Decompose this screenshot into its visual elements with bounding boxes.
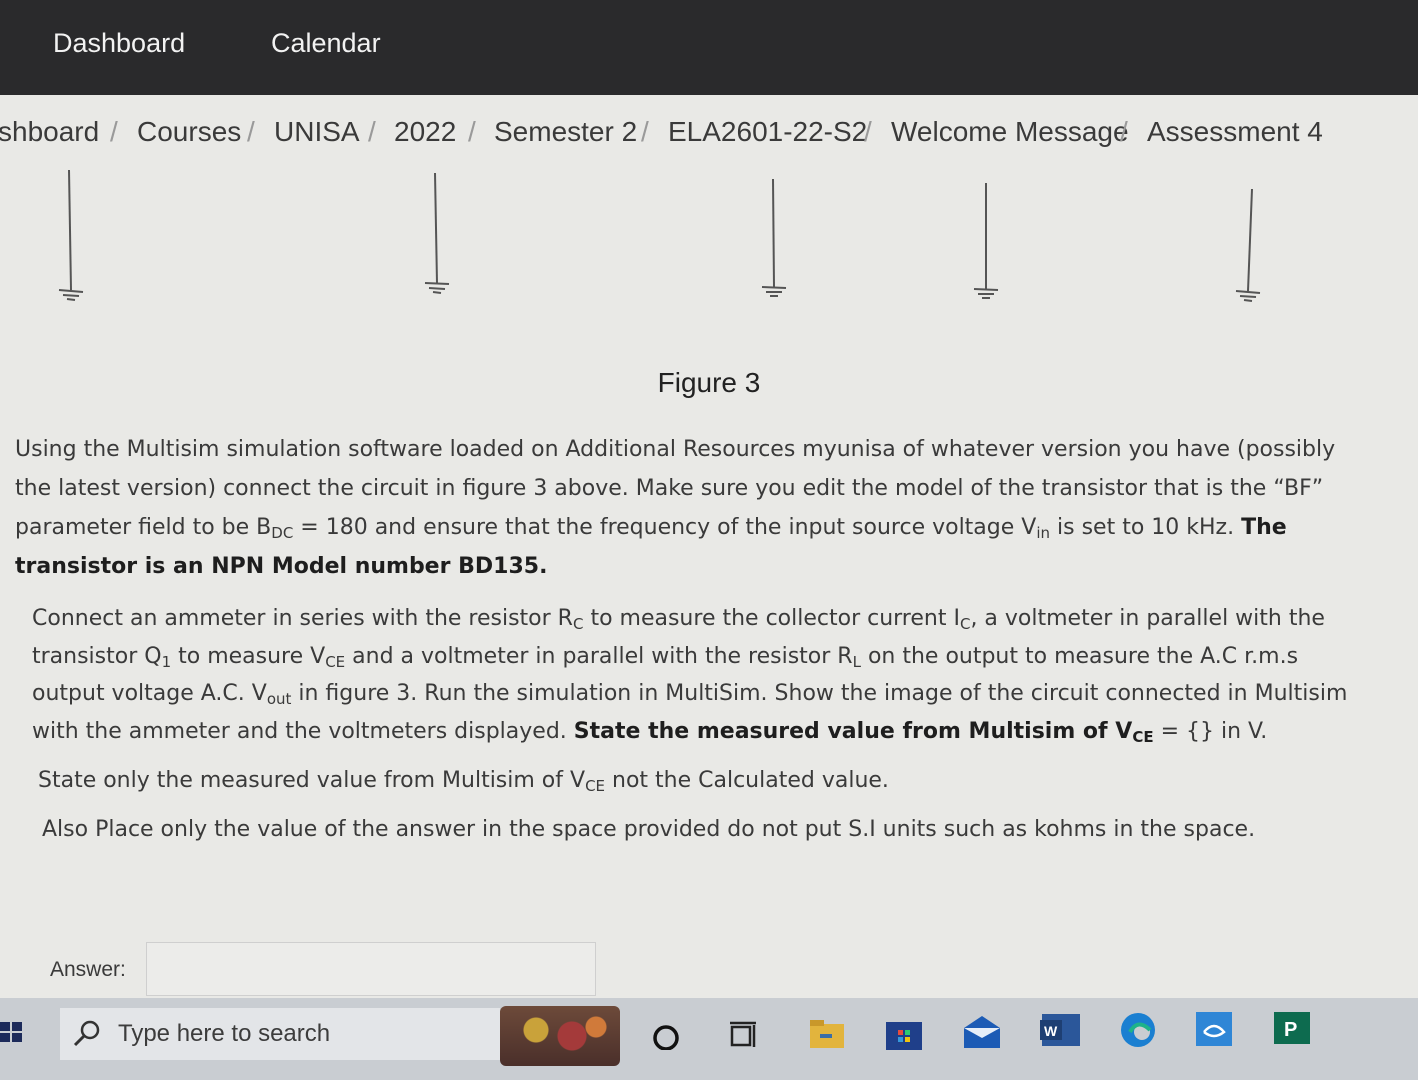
vpn-icon[interactable] [1194, 1010, 1234, 1050]
search-highlight-image[interactable] [500, 1006, 620, 1066]
answer-label: Answer: [50, 958, 126, 981]
task-view-icon[interactable] [724, 1010, 764, 1050]
file-explorer-icon[interactable] [806, 1010, 846, 1050]
ground-symbol [973, 183, 999, 299]
publisher-icon[interactable]: P [1272, 1010, 1312, 1050]
question-line: with the ammeter and the voltmeters disp… [32, 718, 1268, 746]
question-paragraph-4: Also Place only the value of the answer … [42, 817, 1256, 842]
question-paragraph-2: Connect an ammeter in series with the re… [32, 600, 1347, 750]
start-icon[interactable] [0, 1022, 24, 1044]
ground-symbol [1235, 188, 1261, 302]
question-line: transistor Q1 to measure VCE and a voltm… [32, 643, 1299, 671]
question-line: the latest version) connect the circuit … [15, 476, 1324, 501]
breadcrumb-item-dashboard[interactable]: shboard [0, 116, 99, 148]
word-icon-letter: W [1044, 1023, 1058, 1039]
windows-taskbar: Type here to search W P [0, 998, 1418, 1080]
breadcrumb-item-course-code[interactable]: ELA2601-22-S2 [668, 116, 867, 148]
question-line: transistor is an NPN Model number BD135. [15, 554, 548, 579]
breadcrumb-separator: / [864, 116, 872, 147]
circuit-figure [58, 169, 1261, 302]
breadcrumb-item-welcome-message[interactable]: Welcome Message [891, 116, 1129, 148]
taskbar-search-box[interactable]: Type here to search [60, 1008, 500, 1060]
answer-input[interactable] [146, 942, 596, 996]
breadcrumb-item-courses[interactable]: Courses [137, 116, 241, 148]
figure-caption: Figure 3 [657, 367, 761, 398]
breadcrumb-item-assessment[interactable]: Assessment 4 [1147, 116, 1323, 148]
breadcrumb-separator: / [468, 116, 476, 147]
edge-icon[interactable] [1118, 1010, 1158, 1050]
nav-calendar-link[interactable]: Calendar [271, 28, 381, 59]
question-line: output voltage A.C. Vout in figure 3. Ru… [32, 681, 1348, 708]
breadcrumb-item-semester[interactable]: Semester 2 [494, 116, 637, 148]
breadcrumb-separator: / [641, 116, 649, 147]
ground-symbol [761, 178, 787, 297]
ground-symbol [58, 169, 84, 301]
taskbar-search-placeholder: Type here to search [118, 1020, 331, 1047]
word-icon[interactable]: W [1040, 1010, 1080, 1050]
search-icon [73, 1020, 100, 1047]
store-icon[interactable] [884, 1010, 924, 1050]
breadcrumb-item-year[interactable]: 2022 [394, 116, 456, 148]
publisher-icon-letter: P [1284, 1019, 1297, 1041]
question-line: Using the Multisim simulation software l… [15, 437, 1336, 462]
breadcrumb-separator: / [1120, 116, 1128, 147]
cortana-icon[interactable] [646, 1010, 686, 1050]
question-paragraph-1: Using the Multisim simulation software l… [15, 430, 1335, 586]
mail-icon[interactable] [962, 1010, 1002, 1050]
breadcrumb-separator: / [247, 116, 255, 147]
question-paragraph-3: State only the measured value from Multi… [38, 768, 889, 795]
nav-dashboard-link[interactable]: Dashboard [53, 28, 185, 59]
top-navigation-bar: Dashboard Calendar [0, 0, 1418, 95]
breadcrumb-item-unisa[interactable]: UNISA [274, 116, 360, 148]
question-line: Connect an ammeter in series with the re… [32, 606, 1325, 633]
breadcrumb-separator: / [110, 116, 118, 147]
breadcrumb: shboard / Courses / UNISA / 2022 / Semes… [0, 116, 1418, 158]
question-line: parameter field to be BDC = 180 and ensu… [15, 515, 1287, 542]
breadcrumb-separator: / [368, 116, 376, 147]
ground-symbol [424, 172, 450, 294]
